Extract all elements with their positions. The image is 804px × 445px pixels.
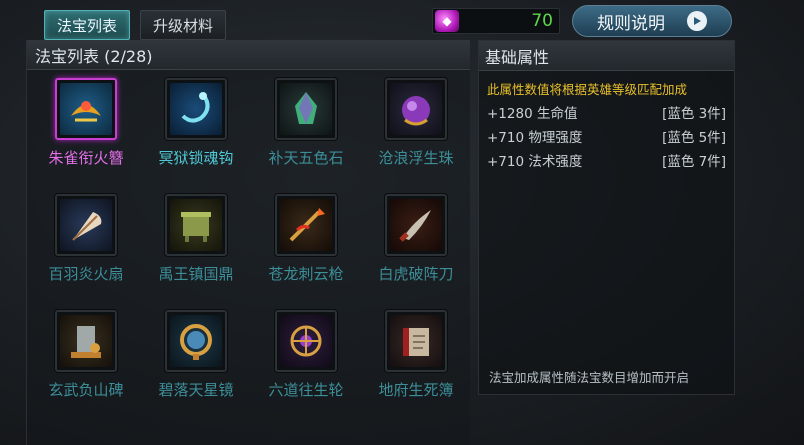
- five-color-stone-icon: [280, 83, 332, 135]
- artifact-icon-frame: [385, 310, 447, 372]
- artifact-icon-frame: [165, 310, 227, 372]
- artifact-name: 白虎破阵刀: [378, 265, 454, 283]
- attribute-row: +1280 生命值 [蓝色 3件]: [479, 98, 734, 122]
- attribute-row: +710 法术强度 [蓝色 7件]: [479, 146, 734, 170]
- arrow-right-icon: [687, 11, 707, 31]
- attribute-stat: +1280 生命值: [487, 106, 578, 122]
- top-tabs: 法宝列表 升级材料: [44, 10, 227, 40]
- stele-icon: [60, 315, 112, 367]
- artifact-item[interactable]: 玄武负山碑: [31, 310, 141, 400]
- attribute-stat: +710 法术强度: [487, 154, 583, 170]
- artifact-item[interactable]: 百羽炎火扇: [31, 194, 141, 284]
- dragon-spear-icon: [280, 199, 332, 251]
- artifact-icon-frame: [55, 78, 117, 140]
- artifact-name: 苍龙刺云枪: [268, 265, 344, 283]
- tiger-blade-icon: [390, 199, 442, 251]
- gem-icon: ◆: [435, 10, 459, 32]
- artifact-item[interactable]: 禹王镇国鼎: [141, 194, 251, 284]
- artifact-icon-frame: [165, 78, 227, 140]
- attributes-note: 此属性数值将根据英雄等级匹配加成: [487, 82, 688, 97]
- base-attributes-panel: 基础属性 此属性数值将根据英雄等级匹配加成 +1280 生命值 [蓝色 3件] …: [478, 40, 735, 395]
- artifact-list-panel: 法宝列表 (2/28) 朱雀衔火簪 冥狱锁魂钩 补天五色石 沧浪浮生珠 百羽炎火…: [26, 40, 470, 445]
- artifact-name: 朱雀衔火簪: [48, 149, 124, 167]
- artifact-item[interactable]: 冥狱锁魂钩: [141, 78, 251, 168]
- phoenix-hairpin-icon: [60, 83, 112, 135]
- artifact-name: 沧浪浮生珠: [378, 149, 454, 167]
- artifact-item[interactable]: 地府生死簿: [361, 310, 471, 400]
- artifact-name: 冥狱锁魂钩: [158, 149, 234, 167]
- artifact-icon-frame: [385, 194, 447, 256]
- artifact-name: 玄武负山碑: [48, 381, 124, 399]
- artifact-item[interactable]: 补天五色石: [251, 78, 361, 168]
- artifact-icon-frame: [55, 194, 117, 256]
- artifact-icon-frame: [275, 310, 337, 372]
- currency-value: 70: [531, 11, 553, 31]
- artifact-name: 地府生死簿: [378, 381, 454, 399]
- artifact-item[interactable]: 苍龙刺云枪: [251, 194, 361, 284]
- book-icon: [390, 315, 442, 367]
- artifact-icon-frame: [275, 78, 337, 140]
- attribute-requirement: [蓝色 3件]: [662, 106, 726, 122]
- attribute-row: +710 物理强度 [蓝色 5件]: [479, 122, 734, 146]
- artifact-item[interactable]: 碧落天星镜: [141, 310, 251, 400]
- artifact-name: 六道往生轮: [268, 381, 344, 399]
- artifact-name: 禹王镇国鼎: [158, 265, 234, 283]
- artifact-name: 补天五色石: [268, 149, 344, 167]
- attribute-stat: +710 物理强度: [487, 130, 583, 146]
- attribute-requirement: [蓝色 5件]: [662, 130, 726, 146]
- tab-artifact-list[interactable]: 法宝列表: [44, 10, 131, 40]
- tab-upgrade-materials[interactable]: 升级材料: [140, 10, 227, 40]
- artifact-name: 碧落天星镜: [158, 381, 234, 399]
- artifact-list-title: 法宝列表 (2/28): [27, 40, 470, 70]
- artifact-icon-frame: [385, 78, 447, 140]
- attributes-title: 基础属性: [479, 41, 734, 71]
- star-mirror-icon: [170, 315, 222, 367]
- artifact-icon-frame: [55, 310, 117, 372]
- wheel-icon: [280, 315, 332, 367]
- pearl-icon: [390, 83, 442, 135]
- artifact-name: 百羽炎火扇: [48, 265, 124, 283]
- artifact-icon-frame: [165, 194, 227, 256]
- artifact-icon-frame: [275, 194, 337, 256]
- attribute-requirement: [蓝色 7件]: [662, 154, 726, 170]
- rules-button-label: 规则说明: [597, 13, 665, 34]
- feather-fan-icon: [60, 199, 112, 251]
- soul-hook-icon: [170, 83, 222, 135]
- cauldron-icon: [170, 199, 222, 251]
- artifact-item[interactable]: 六道往生轮: [251, 310, 361, 400]
- artifact-item[interactable]: 沧浪浮生珠: [361, 78, 471, 168]
- artifact-item[interactable]: 白虎破阵刀: [361, 194, 471, 284]
- attributes-footer: 法宝加成属性随法宝数目增加而开启: [489, 370, 690, 385]
- currency-display: ◆ 70: [432, 8, 560, 34]
- artifact-item[interactable]: 朱雀衔火簪: [31, 78, 141, 168]
- rules-button[interactable]: 规则说明: [572, 5, 732, 37]
